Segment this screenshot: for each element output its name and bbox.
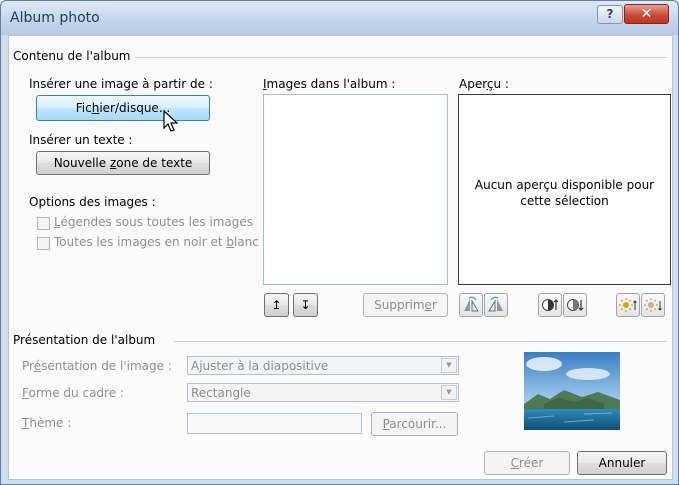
preview-label: Aperçu : — [459, 77, 509, 91]
create-button[interactable]: Créer — [484, 451, 570, 475]
insert-image-label: Insérer une image à partir de : — [29, 77, 213, 91]
move-up-icon: ↥ — [271, 298, 282, 312]
preview-pane: Aucun aperçu disponible pour cette sélec… — [458, 94, 671, 285]
rotate-left-icon — [464, 296, 479, 312]
frame-shape-label: Forme du cadre : — [22, 386, 124, 400]
contrast-down-button[interactable] — [563, 293, 587, 317]
chevron-down-icon: ▼ — [441, 358, 457, 373]
album-content-group — [79, 57, 667, 58]
contrast-up-icon — [542, 299, 559, 311]
contrast-down-icon — [567, 299, 584, 311]
new-textbox-button[interactable]: Nouvelle zone de texte — [36, 151, 210, 175]
rotate-left-button[interactable] — [459, 293, 483, 317]
chevron-down-icon: ▼ — [441, 385, 457, 400]
picture-layout-select[interactable]: Ajuster à la diapositive ▼ — [187, 356, 459, 375]
rotate-right-icon — [488, 296, 503, 312]
title-bar[interactable]: Album photo ? ✕ — [1, 1, 678, 35]
landscape-thumbnail — [524, 352, 620, 430]
file-disk-button[interactable]: Fichier/disque... — [36, 95, 210, 121]
picture-layout-label: Présentation de l'image : — [22, 359, 172, 373]
brightness-up-icon — [619, 298, 637, 312]
preview-empty-text: Aucun aperçu disponible pour cette sélec… — [474, 178, 655, 208]
frame-shape-select[interactable]: Rectangle ▼ — [187, 383, 459, 402]
pictures-in-album-label: Images dans l'album : — [263, 77, 396, 91]
album-layout-legend: Présentation de l'album — [13, 333, 160, 347]
album-layout-group — [174, 341, 667, 342]
cancel-button[interactable]: Annuler — [577, 451, 667, 475]
theme-input[interactable] — [187, 413, 362, 434]
dialog-body: Contenu de l'album Insérer une image à p… — [8, 35, 673, 480]
brightness-up-button[interactable] — [616, 293, 640, 317]
window-title: Album photo — [10, 10, 100, 26]
contrast-up-button[interactable] — [538, 293, 562, 317]
remove-button[interactable]: Supprimer — [363, 293, 448, 317]
dialog-window: Album photo ? ✕ Contenu de l'album Insér… — [0, 0, 679, 485]
rotate-right-button[interactable] — [484, 293, 508, 317]
pictures-listbox[interactable] — [263, 94, 448, 285]
move-up-button[interactable]: ↥ — [264, 293, 289, 317]
help-icon: ? — [606, 7, 614, 21]
theme-label: Thème : — [22, 416, 72, 430]
move-down-button[interactable]: ↧ — [293, 293, 318, 317]
close-button[interactable]: ✕ — [624, 4, 669, 24]
captions-label: Légendes sous toutes les images — [54, 215, 254, 229]
move-down-icon: ↧ — [300, 298, 311, 312]
picture-options-label: Options des images : — [29, 195, 156, 209]
insert-text-label: Insérer un texte : — [29, 133, 133, 147]
brightness-down-icon — [644, 298, 662, 312]
black-white-checkbox[interactable] — [37, 237, 50, 250]
brightness-down-button[interactable] — [641, 293, 665, 317]
cursor-icon — [163, 110, 179, 132]
captions-checkbox[interactable] — [37, 217, 50, 230]
album-content-legend: Contenu de l'album — [13, 49, 135, 63]
browse-button[interactable]: Parcourir... — [371, 412, 458, 436]
help-button[interactable]: ? — [597, 5, 623, 24]
black-white-label: Toutes les images en noir et blanc — [54, 235, 259, 249]
close-icon: ✕ — [640, 6, 653, 22]
